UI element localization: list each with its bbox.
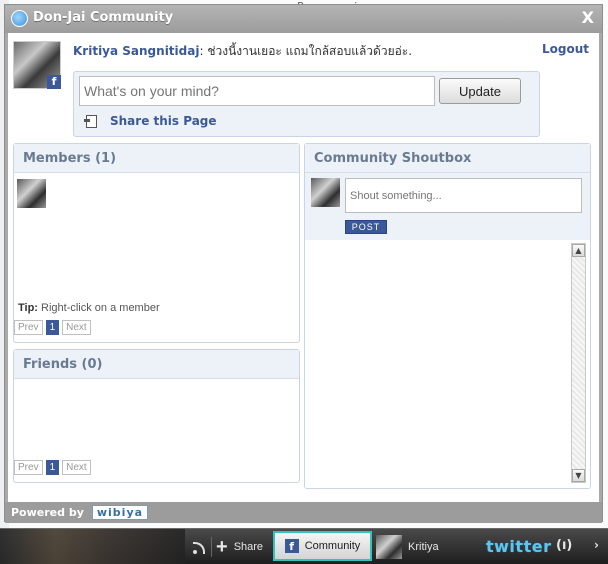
shoutbox-scrollbar[interactable]: ▲ ▼ [571, 243, 586, 483]
members-panel: Members (1) Tip: Right-click on a member… [13, 143, 300, 343]
post-button[interactable]: POST [345, 220, 387, 234]
friends-panel: Friends (0) Prev 1 Next [13, 349, 300, 483]
powered-by-bar: Powered by wibiya [5, 502, 602, 523]
share-label: Share [233, 541, 264, 553]
community-label: Community [304, 540, 361, 552]
page: Programming Don-Jai Community X f Kritiy… [0, 0, 608, 564]
members-title: Members (1) [14, 144, 299, 173]
members-pager: Prev 1 Next [14, 320, 91, 335]
scroll-up-icon[interactable]: ▲ [572, 244, 585, 257]
close-button[interactable]: X [582, 8, 594, 27]
window-title: Don-Jai Community [33, 10, 174, 25]
community-window: Don-Jai Community X f Kritiya Sangnitida… [4, 4, 603, 523]
toolbar-separator [211, 537, 212, 557]
username-link[interactable]: Kritiya Sangnitidaj [73, 44, 199, 58]
twitter-button[interactable]: twitter [486, 537, 551, 556]
friends-pager: Prev 1 Next [14, 460, 91, 475]
toolbar-background-photos [0, 529, 185, 564]
facebook-icon: f [284, 539, 299, 553]
shoutbox-panel: Community Shoutbox POST ▲ ▼ [304, 143, 591, 489]
facebook-icon: f [47, 75, 61, 89]
shout-input[interactable] [345, 178, 582, 213]
window-titlebar: Don-Jai Community X [5, 5, 602, 33]
don-jai-logo-icon [11, 10, 28, 27]
share-page-link[interactable]: Share this Page [84, 114, 217, 128]
share-page-label: Share this Page [110, 114, 217, 128]
powered-by-label: Powered by [11, 506, 84, 519]
current-status: Kritiya Sangnitidaj: ช่วงนี้งานเยอะ แถมใ… [73, 42, 412, 61]
wibiya-toolbar: + Share f Community Kritiya twitter (ı) … [0, 528, 608, 564]
members-prev-button[interactable]: Prev [14, 320, 43, 335]
user-label: Kritiya [408, 541, 439, 553]
user-button[interactable]: Kritiya [376, 535, 439, 559]
shoutbox-title: Community Shoutbox [305, 144, 590, 173]
rss-button[interactable] [193, 535, 206, 559]
status-input[interactable] [79, 76, 435, 106]
members-next-button[interactable]: Next [62, 320, 91, 335]
rss-icon [193, 541, 206, 554]
share-page-icon [84, 114, 98, 128]
community-tab[interactable]: f Community [273, 531, 372, 561]
profile-avatar[interactable]: f [13, 41, 61, 89]
window-content: f Kritiya Sangnitidaj: ช่วงนี้งานเยอะ แถ… [8, 33, 599, 502]
status-update-box: Update Share this Page [73, 71, 540, 137]
logout-link[interactable]: Logout [542, 42, 589, 56]
members-tip: Tip: Right-click on a member [18, 302, 160, 314]
update-button[interactable]: Update [439, 78, 521, 104]
broadcast-icon[interactable]: (ı) [556, 538, 572, 553]
friends-title: Friends (0) [14, 350, 299, 379]
toolbar-user-avatar [376, 535, 402, 559]
friends-page-1[interactable]: 1 [45, 460, 60, 475]
shout-compose-area: POST [305, 173, 590, 240]
tip-label: Tip: [18, 302, 38, 314]
friends-next-button[interactable]: Next [62, 460, 91, 475]
status-text: : ช่วงนี้งานเยอะ แถมใกล้สอบแล้วด้วยอ่ะ. [199, 44, 413, 58]
wibiya-logo[interactable]: wibiya [91, 505, 149, 520]
shout-user-avatar [311, 178, 340, 207]
tip-text: Right-click on a member [37, 302, 160, 314]
toolbar-overflow-icon[interactable]: › [594, 538, 599, 552]
member-avatar[interactable] [17, 179, 46, 208]
friends-prev-button[interactable]: Prev [14, 460, 43, 475]
members-page-1[interactable]: 1 [45, 320, 60, 335]
share-button[interactable]: + Share [216, 535, 263, 559]
plus-icon: + [216, 536, 228, 558]
scroll-down-icon[interactable]: ▼ [572, 469, 585, 482]
